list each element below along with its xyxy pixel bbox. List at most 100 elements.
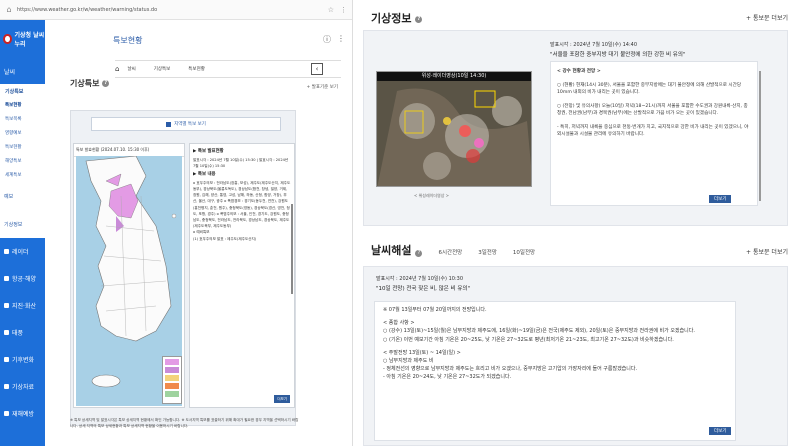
help-circle-icon[interactable]: ? <box>415 250 423 257</box>
star-icon[interactable]: ☆ <box>328 6 334 14</box>
tab-10day[interactable]: 10일전망 <box>513 248 535 256</box>
map-icon <box>166 121 172 127</box>
forecast-line: - 아침 기온은 20~24도, 낮 기온은 27~32도가 되겠습니다. <box>383 374 512 381</box>
warning-text-panel: ▶ 특보 발표현황 발표시각 : 2024년 7월 10일(수) 15:30 |… <box>189 143 295 408</box>
nav-item[interactable]: 기후변화 <box>0 346 45 373</box>
climate-icon <box>4 357 9 362</box>
satellite-radar-image[interactable]: 위성·레이더영상(10일 14:30) <box>376 71 532 187</box>
data-icon <box>4 384 9 389</box>
forecast-line: ○ (기온) 이번 예보기간 아침 기온은 20~25도, 낮 기온은 27~3… <box>383 336 674 343</box>
warning-heading: ▶ 특보 발표현황 <box>193 149 224 154</box>
nav-item-label: 기후변화 <box>12 357 35 364</box>
radar-icon <box>4 249 9 254</box>
nav-item[interactable]: 기상자료 <box>0 373 45 400</box>
warning-body: o 호우주의보 : 전라남도(장흥, 보성), 제주도(제주도산지, 제주도동부… <box>193 180 291 229</box>
breadcrumb-item[interactable]: 기상특보 <box>154 66 171 72</box>
lock-icon: ⌂ <box>6 4 12 14</box>
info-more-button[interactable]: 더보기 <box>709 195 732 203</box>
warning-map[interactable] <box>76 156 182 406</box>
url-text[interactable]: https://www.weather.go.kr/w/weather/warn… <box>17 7 301 13</box>
warning-issued-time: 발표시각 : 2024년 7월 10일(수) 15:30 | 발효시각 : 20… <box>193 158 289 169</box>
forecast-header: 발표시각 : 2024년 7월 10일(수) 10:30 "10일 전망) 전국… <box>376 275 470 292</box>
nav-item-weather[interactable]: 날씨 <box>0 58 45 84</box>
forecast-subheading: < 주말전망 13일(토) ~ 14일(일) > <box>383 349 461 356</box>
page-header: 특보현황 ⓘ ⋮ <box>45 20 352 60</box>
nav-item[interactable]: 지진·화산 <box>0 292 45 319</box>
nav-item-label: 항공·해양 <box>12 276 36 283</box>
tab-6hour[interactable]: 6시간전망 <box>438 248 462 256</box>
nav-sub-item[interactable]: 특보목록 <box>0 112 45 126</box>
regional-warning-button[interactable]: 지역별 특보 보기 <box>91 117 281 131</box>
nav-sub-item[interactable]: 해양특보 <box>0 154 45 168</box>
shield-icon <box>4 411 9 416</box>
info-header: 발표시각 : 2024년 7월 10일(수) 14:40 "서울을 포함한 중부… <box>550 41 790 58</box>
nav-section-white: 예보 기상정보 <box>0 182 45 238</box>
nav-item[interactable]: 태풍 <box>0 319 45 346</box>
browser-actions: ☆ ⋮ <box>301 6 347 14</box>
site-logo[interactable]: 기상청 날씨누리 <box>0 20 45 58</box>
nav-item[interactable]: 재해예방 <box>0 400 45 427</box>
satellite-caption: < 위성레이더영상 > <box>414 193 450 198</box>
warning-map-panel: 특보 발효현황 (2024.07.10. 15:30 이후) <box>73 143 185 408</box>
forecast-more-link[interactable]: + 통보문 더보기 <box>746 247 788 256</box>
info-paragraph: ○ (현황) 현재(14시 30분), 서울을 포함한 중부지방에는 대기 불안… <box>557 82 742 96</box>
forecast-line: ○ 남부지방과 제주도 비 <box>383 358 434 365</box>
nav-item-label: 기상자료 <box>12 384 35 391</box>
address-bar[interactable]: ⌂ https://www.weather.go.kr/w/weather/wa… <box>0 0 352 20</box>
regional-warning-label: 지역별 특보 보기 <box>174 122 206 127</box>
info-text-box: < 강수 현황과 전망 > ○ (현황) 현재(14시 30분), 서울을 포함… <box>550 61 758 206</box>
nav-sub-item[interactable]: 세계특보 <box>0 168 45 182</box>
ship-icon <box>4 276 9 281</box>
forecast-subheading: < 종합 사항 > <box>383 320 415 327</box>
nav-item-forecast[interactable]: 예보 <box>0 182 45 210</box>
info-subheading: < 강수 현황과 전망 > <box>557 69 601 74</box>
home-icon[interactable]: ⌂ <box>115 65 119 73</box>
forecast-headline: "10일 전망) 전국 잦은 비, 많은 비 유의" <box>376 286 470 292</box>
nav-item-label: 지진·화산 <box>12 303 36 310</box>
tab-commentary[interactable]: 날씨해설 <box>371 242 411 258</box>
help-icon[interactable]: ⓘ <box>323 34 331 45</box>
right-pane: 기상정보 ? + 통보문 더보기 위성·레이더영상(10일 14:30) < 위… <box>353 0 800 446</box>
nav-item-warning[interactable]: 기상특보 <box>0 84 45 98</box>
nav-item-info[interactable]: 기상정보 <box>0 210 45 238</box>
side-navigation: 기상청 날씨누리 날씨 기상특보 특보현황 특보목록 영향예보 특보현황 해양특… <box>0 20 45 446</box>
typhoon-icon <box>4 330 9 335</box>
forecast-more-button[interactable]: 더보기 <box>709 427 732 435</box>
quake-icon <box>4 303 9 308</box>
nav-item[interactable]: 레이더 <box>0 238 45 265</box>
help-circle-icon[interactable]: ? <box>102 80 110 87</box>
forecast-issued-time: 발표시각 : 2024년 7월 10일(수) 10:30 <box>376 276 464 282</box>
info-headline: "서울을 포함한 중부지방 대기 불안정에 의한 강한 비 유의" <box>550 52 686 58</box>
chevron-left-icon[interactable]: ‹ <box>311 63 323 75</box>
nav-sub-item[interactable]: 영향예보 <box>0 126 45 140</box>
page-title: 특보현황 <box>113 35 143 45</box>
share-icon[interactable]: ⋮ <box>337 34 345 45</box>
forecast-line: ○ (강수) 13일(토)~15일(월)은 남부지방과 제주도에, 16일(화)… <box>383 328 695 335</box>
help-circle-icon[interactable]: ? <box>415 15 423 23</box>
menu-dots-icon[interactable]: ⋮ <box>340 6 347 14</box>
warning-heading: ▶ 특보 내용 <box>193 171 216 177</box>
info-paragraph: - 특히, 저녁까지 내륙을 중심으로 천둥·번개가 치고, 국지적으로 강한 … <box>557 124 749 138</box>
weather-info-heading: 기상정보 ? <box>371 10 423 26</box>
forecast-line: - 정체전선의 영향으로 남부지방과 제주도는 흐리고 비가 오겠으나, 중부지… <box>383 366 638 373</box>
nav-item[interactable]: 항공·해양 <box>0 265 45 292</box>
nav-submenu: 기상특보 특보현황 특보목록 영향예보 특보현황 해양특보 세계특보 <box>0 84 45 182</box>
more-button[interactable]: 더보기 <box>274 394 290 403</box>
section-title-text: 기상특보 <box>70 79 100 88</box>
page-tools: ⓘ ⋮ <box>323 34 345 45</box>
criteria-link[interactable]: + 발표기준 보기 <box>307 84 338 90</box>
logo-text: 기상청 날씨누리 <box>14 32 45 48</box>
tab-3day[interactable]: 3일전망 <box>478 248 497 256</box>
nav-item-label: 레이더 <box>12 249 29 256</box>
weather-info-card: 위성·레이더영상(10일 14:30) < 위성레이더영상 > 발표시각 : 2… <box>363 30 788 226</box>
scrollbar[interactable] <box>291 204 293 294</box>
info-more-link[interactable]: + 통보문 더보기 <box>746 13 788 22</box>
nav-sub-item[interactable]: 특보현황 <box>0 140 45 154</box>
breadcrumb-item[interactable]: 날씨 <box>127 66 135 72</box>
nav-sub-item[interactable]: 특보현황 <box>0 98 45 112</box>
forecast-tabs: 날씨해설 ? 6시간전망 3일전망 10일전망 <box>371 242 535 258</box>
breadcrumb-item[interactable]: 특보현황 <box>188 66 205 72</box>
preliminary-text: (1) 호우주의보 발표 : 제주도(제주도산지) <box>193 236 257 241</box>
left-browser-pane: ⌂ https://www.weather.go.kr/w/weather/wa… <box>0 0 353 446</box>
scrollbar[interactable] <box>759 71 761 201</box>
